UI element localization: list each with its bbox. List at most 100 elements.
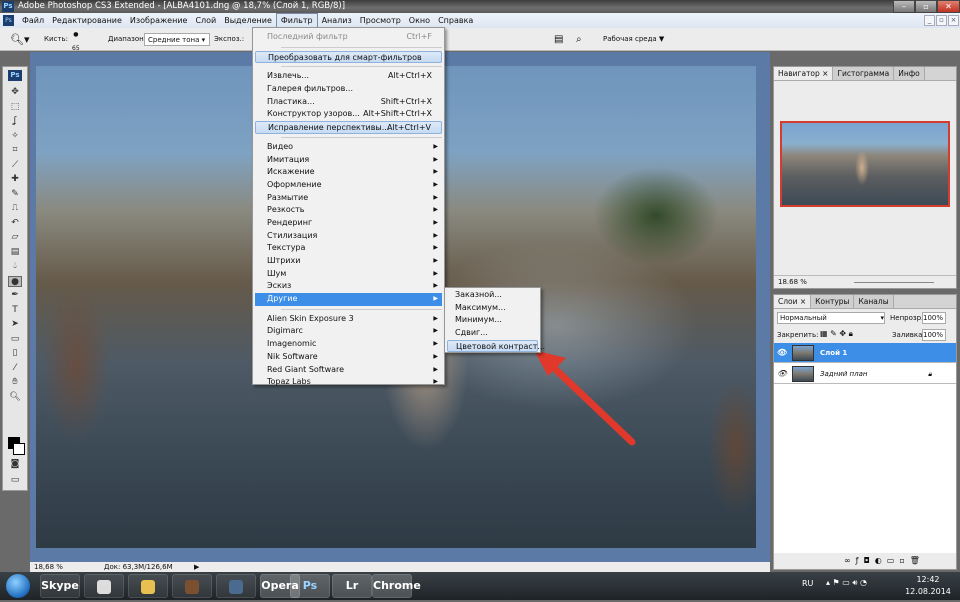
menu-plugin-category[interactable]: Topaz Labs ▶	[255, 376, 442, 389]
taskbar-app[interactable]: Skype	[40, 574, 80, 598]
brush-tool-icon[interactable]: ✎	[8, 189, 22, 200]
visibility-eye-icon[interactable]: 👁︎	[777, 348, 787, 357]
submenu-item[interactable]: Заказной...	[447, 289, 538, 302]
menu-filter-category[interactable]: Оформление ▶	[255, 179, 442, 192]
healing-tool-icon[interactable]: ✚	[8, 174, 22, 185]
menu-plugin-category-label: Topaz Labs	[267, 377, 311, 387]
menu-plugin-category[interactable]: Imagenomic ▶	[255, 338, 442, 351]
crop-tool-icon[interactable]: ⌗	[8, 145, 22, 156]
menu-filter-category[interactable]: Стилизация ▶	[255, 230, 442, 243]
menu-filter-category-label: Штрихи	[267, 256, 301, 265]
menu-filter-item[interactable]: Галерея фильтров...	[255, 83, 442, 96]
clock-time[interactable]: 12:42	[908, 575, 948, 584]
menu-plugin-category[interactable]: Nik Software ▶	[255, 351, 442, 364]
panel-tab[interactable]: Каналы	[854, 295, 894, 308]
fill-input[interactable]: 100%	[922, 329, 946, 341]
menu-convert-smart-filters-label: Преобразовать для смарт-фильтров	[268, 52, 422, 62]
zoom-tool-icon[interactable]: 🔍︎	[8, 392, 22, 403]
taskbar-app[interactable]	[172, 574, 212, 598]
layer-row[interactable]: 👁︎ Задний план 🔒︎	[774, 364, 956, 384]
menu-filter-item[interactable]: Конструктор узоров... Alt+Shift+Ctrl+X	[255, 108, 442, 121]
hand-tool-icon[interactable]: ✋︎	[8, 377, 22, 388]
taskbar-app[interactable]: Chrome	[372, 574, 421, 598]
visibility-eye-icon[interactable]: 👁︎	[777, 369, 787, 378]
history-brush-tool-icon[interactable]: ↶	[8, 218, 22, 229]
navigator-thumbnail[interactable]	[780, 121, 950, 207]
menu-plugin-category[interactable]: Alien Skin Exposure 3 ▶	[255, 313, 442, 326]
taskbar-app[interactable]: Lr	[332, 574, 372, 598]
menu-filter-category[interactable]: Эскиз ▶	[255, 280, 442, 293]
menu-filter-category[interactable]: Рендеринг ▶	[255, 217, 442, 230]
taskbar-app[interactable]	[216, 574, 256, 598]
type-tool-icon[interactable]: T	[8, 305, 22, 316]
panel-tab[interactable]: Контуры	[811, 295, 855, 308]
menu-convert-smart-filters[interactable]: Преобразовать для смарт-фильтров	[255, 50, 442, 64]
lock-icons[interactable]: ▦ ✎ ✥ 🔒︎	[820, 329, 853, 339]
navigator-zoom-slider[interactable]	[854, 282, 934, 283]
menu-filter-category[interactable]: Шум ▶	[255, 268, 442, 281]
menu-filter-category-label: Оформление	[267, 179, 322, 189]
navigator-panel: Навигатор × Гистограмма Инфо 18.68 %	[773, 66, 957, 289]
submenu-arrow-icon: ▶	[433, 327, 438, 335]
panel-tab[interactable]: Гистограмма	[833, 67, 895, 80]
menu-filter-item-label: Конструктор узоров...	[267, 109, 360, 119]
menu-filter-category[interactable]: Имитация ▶	[255, 154, 442, 167]
opacity-input[interactable]: 100%	[922, 312, 946, 324]
opacity-label: Непрозр.:	[890, 314, 926, 322]
dodge-tool-icon[interactable]: ●	[8, 275, 22, 287]
menu-filter-item[interactable]: Пластика... Shift+Ctrl+X	[255, 96, 442, 109]
menu-filter-category[interactable]: Штрихи ▶	[255, 255, 442, 268]
language-indicator[interactable]: RU	[802, 579, 813, 588]
ps-logo-icon: Ps	[8, 70, 22, 81]
panel-tab[interactable]: Слои ×	[774, 295, 812, 308]
menu-filter-category[interactable]: Текстура ▶	[255, 242, 442, 255]
blur-tool-icon[interactable]: 💧︎	[8, 261, 22, 272]
shape-tool-icon[interactable]: ▭	[8, 334, 22, 345]
stamp-tool-icon[interactable]: ⎍	[8, 203, 22, 214]
menu-filter-category-label: Стилизация	[267, 230, 318, 240]
quick-mask-icon[interactable]: ◙	[8, 459, 22, 470]
gradient-tool-icon[interactable]: ▤	[8, 247, 22, 258]
menu-filter-category[interactable]: Искажение ▶	[255, 166, 442, 179]
menu-filter-category[interactable]: Размытие ▶	[255, 192, 442, 205]
slice-tool-icon[interactable]: ⟋	[8, 160, 22, 171]
start-button[interactable]	[6, 574, 30, 598]
layer-actions[interactable]: ∞ƒ◘◐▭▫🗑︎	[844, 556, 925, 565]
menu-filter-item[interactable]: Извлечь... Alt+Ctrl+X	[255, 70, 442, 83]
pen-tool-icon[interactable]: ✒	[8, 290, 22, 301]
submenu-item[interactable]: Цветовой контраст...	[447, 339, 545, 353]
taskbar-app[interactable]: Ps	[290, 574, 330, 598]
menu-filter-category[interactable]: Резкость ▶	[255, 204, 442, 217]
submenu-arrow-icon: ▶	[433, 193, 438, 201]
app-icon	[141, 580, 155, 594]
notes-tool-icon[interactable]: ▯	[8, 348, 22, 359]
submenu-item[interactable]: Максимум...	[447, 302, 538, 315]
path-select-tool-icon[interactable]: ➤	[8, 319, 22, 330]
layer-row[interactable]: 👁︎ Слой 1	[774, 343, 956, 363]
eraser-tool-icon[interactable]: ▱	[8, 232, 22, 243]
menu-plugin-category[interactable]: Red Giant Software ▶	[255, 364, 442, 377]
clock-date[interactable]: 12.08.2014	[900, 587, 956, 596]
magic-wand-tool-icon[interactable]: ✧	[8, 131, 22, 142]
eyedropper-tool-icon[interactable]: ⁄	[8, 363, 22, 374]
navigator-zoom[interactable]: 18.68 %	[778, 278, 807, 286]
blend-mode-select[interactable]: Нормальный ▾	[777, 312, 885, 324]
taskbar-app[interactable]	[84, 574, 124, 598]
menu-filter-category[interactable]: Видео ▶	[255, 141, 442, 154]
marquee-tool-icon[interactable]: ⬚	[8, 102, 22, 113]
screen-mode-icon[interactable]: ▭	[8, 475, 22, 486]
background-color-swatch[interactable]	[13, 443, 25, 455]
submenu-item[interactable]: Минимум...	[447, 314, 538, 327]
lasso-tool-icon[interactable]: ʆ	[8, 116, 22, 127]
menu-plugin-category[interactable]: Digimarc ▶	[255, 325, 442, 338]
tray-icons[interactable]: ▴ ⚑ ▭ 🔊︎ ◔	[826, 578, 867, 588]
submenu-item[interactable]: Сдвиг...	[447, 327, 538, 340]
panel-tab[interactable]: Навигатор ×	[774, 67, 834, 80]
menu-last-filter[interactable]: Последний фильтр Ctrl+F	[255, 31, 442, 44]
move-tool-icon[interactable]: ✥	[8, 87, 22, 98]
menu-filter-item[interactable]: Исправление перспективы... Alt+Ctrl+V	[255, 121, 442, 134]
taskbar-app[interactable]	[128, 574, 168, 598]
menu-filter-category[interactable]: Другие ▶	[255, 293, 442, 306]
menu-plugin-category-label: Nik Software	[267, 351, 318, 361]
panel-tab[interactable]: Инфо	[894, 67, 925, 80]
